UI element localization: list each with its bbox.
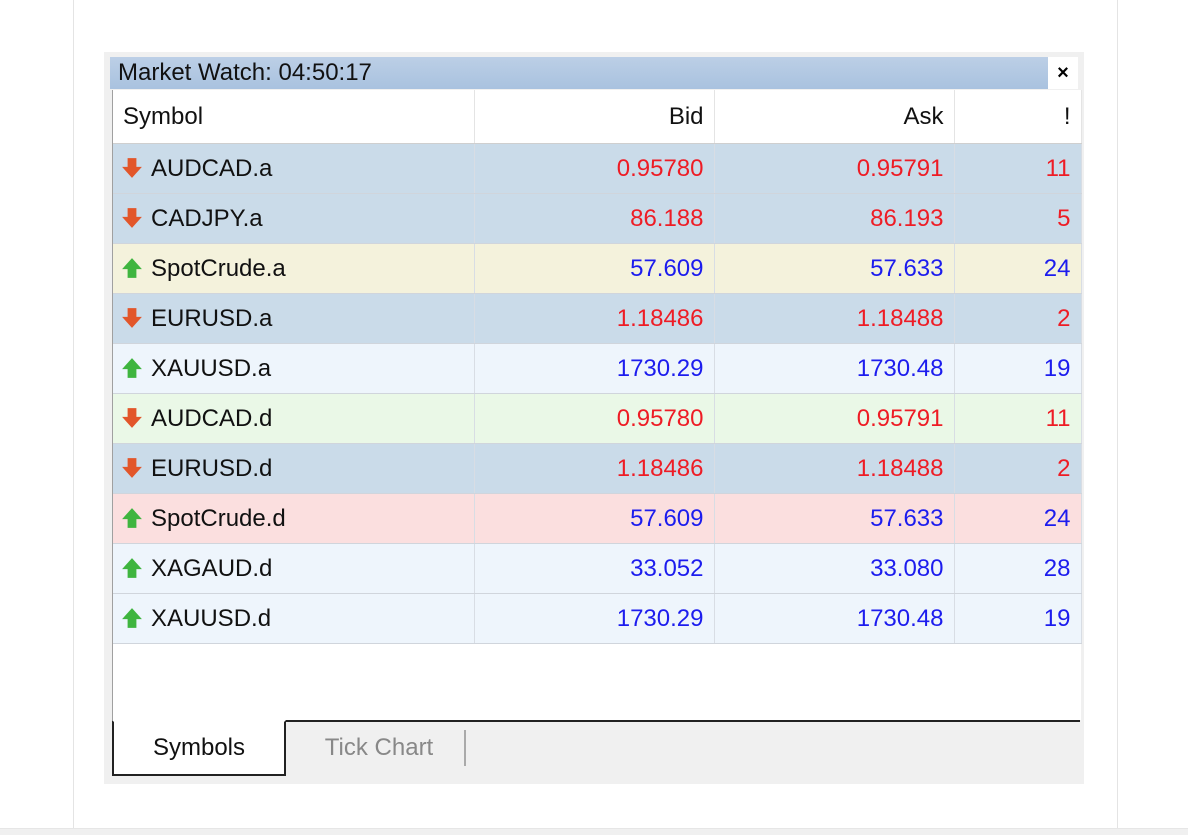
ask-cell: 1.18488 <box>714 293 955 344</box>
close-button[interactable]: × <box>1048 57 1078 89</box>
symbol-cell[interactable]: AUDCAD.a <box>113 143 475 194</box>
arrow-down-icon <box>122 408 142 428</box>
symbol-label: CADJPY.a <box>151 205 263 232</box>
symbol-cell[interactable]: EURUSD.d <box>113 443 475 494</box>
spread-cell: 24 <box>954 493 1082 544</box>
table-row[interactable]: AUDCAD.a 0.95780 0.95791 11 <box>113 143 1082 194</box>
table-row[interactable]: XAGAUD.d 33.052 33.080 28 <box>113 543 1082 594</box>
bid-cell: 1730.29 <box>474 593 715 644</box>
ask-cell: 1.18488 <box>714 443 955 494</box>
table-row[interactable]: SpotCrude.a 57.609 57.633 24 <box>113 243 1082 294</box>
table-header-row: Symbol Bid Ask ! <box>113 90 1082 144</box>
bid-cell: 57.609 <box>474 243 715 294</box>
ask-cell: 33.080 <box>714 543 955 594</box>
tab-bar: Symbols Tick Chart <box>112 720 1080 776</box>
bid-cell: 33.052 <box>474 543 715 594</box>
ask-cell: 0.95791 <box>714 143 955 194</box>
table-row[interactable]: EURUSD.a 1.18486 1.18488 2 <box>113 293 1082 344</box>
symbol-cell[interactable]: XAGAUD.d <box>113 543 475 594</box>
spread-cell: 11 <box>954 393 1082 444</box>
arrow-up-icon <box>122 608 142 628</box>
symbol-label: SpotCrude.d <box>151 505 286 532</box>
spread-cell: 2 <box>954 443 1082 494</box>
bid-cell: 0.95780 <box>474 143 715 194</box>
bid-cell: 1.18486 <box>474 443 715 494</box>
ask-cell: 0.95791 <box>714 393 955 444</box>
bid-cell: 0.95780 <box>474 393 715 444</box>
spread-cell: 28 <box>954 543 1082 594</box>
arrow-down-icon <box>122 308 142 328</box>
column-header-bid[interactable]: Bid <box>474 90 715 144</box>
table-row[interactable]: EURUSD.d 1.18486 1.18488 2 <box>113 443 1082 494</box>
symbol-label: AUDCAD.d <box>151 405 273 432</box>
symbol-label: XAGAUD.d <box>151 555 273 582</box>
arrow-up-icon <box>122 358 142 378</box>
symbol-label: SpotCrude.a <box>151 255 286 282</box>
spread-cell: 19 <box>954 343 1082 394</box>
spread-cell: 19 <box>954 593 1082 644</box>
symbol-label: XAUUSD.a <box>151 355 272 382</box>
table-row[interactable]: CADJPY.a 86.188 86.193 5 <box>113 193 1082 244</box>
spread-cell: 24 <box>954 243 1082 294</box>
title-bar: Market Watch: 04:50:17 × <box>110 57 1078 89</box>
tab-symbols[interactable]: Symbols <box>112 720 286 776</box>
symbol-cell[interactable]: XAUUSD.a <box>113 343 475 394</box>
symbol-cell[interactable]: EURUSD.a <box>113 293 475 344</box>
column-header-symbol[interactable]: Symbol <box>113 90 475 144</box>
bid-cell: 57.609 <box>474 493 715 544</box>
symbol-label: XAUUSD.d <box>151 605 272 632</box>
ask-cell: 1730.48 <box>714 593 955 644</box>
ask-cell: 1730.48 <box>714 343 955 394</box>
ask-cell: 57.633 <box>714 243 955 294</box>
spread-cell: 11 <box>954 143 1082 194</box>
table-row[interactable]: XAUUSD.a 1730.29 1730.48 19 <box>113 343 1082 394</box>
symbol-cell[interactable]: SpotCrude.d <box>113 493 475 544</box>
tab-tick-chart[interactable]: Tick Chart <box>294 730 466 766</box>
symbol-label: EURUSD.a <box>151 305 273 332</box>
quotes-table-body: AUDCAD.a 0.95780 0.95791 11 CADJPY.a 86.188 86… <box>113 143 1082 644</box>
symbol-label: AUDCAD.a <box>151 155 273 182</box>
symbol-cell[interactable]: SpotCrude.a <box>113 243 475 294</box>
spread-cell: 2 <box>954 293 1082 344</box>
bid-cell: 1.18486 <box>474 293 715 344</box>
table-row[interactable]: AUDCAD.d 0.95780 0.95791 11 <box>113 393 1082 444</box>
symbol-cell[interactable]: XAUUSD.d <box>113 593 475 644</box>
arrow-down-icon <box>122 158 142 178</box>
quotes-table: Symbol Bid Ask ! AUDCAD.a 0.95780 0.95791 1… <box>113 90 1082 644</box>
arrow-up-icon <box>122 558 142 578</box>
arrow-up-icon <box>122 258 142 278</box>
title-bar-gradient[interactable]: Market Watch: 04:50:17 <box>110 57 1048 89</box>
column-header-ask[interactable]: Ask <box>714 90 955 144</box>
market-watch-window: Market Watch: 04:50:17 × Symbol Bid Ask … <box>104 52 1084 784</box>
table-row[interactable]: XAUUSD.d 1730.29 1730.48 19 <box>113 593 1082 644</box>
column-header-spread[interactable]: ! <box>954 90 1082 144</box>
symbol-cell[interactable]: AUDCAD.d <box>113 393 475 444</box>
quotes-table-area: Symbol Bid Ask ! AUDCAD.a 0.95780 0.95791 1… <box>112 90 1082 720</box>
bid-cell: 1730.29 <box>474 343 715 394</box>
symbol-label: EURUSD.d <box>151 455 273 482</box>
symbol-cell[interactable]: CADJPY.a <box>113 193 475 244</box>
spread-cell: 5 <box>954 193 1082 244</box>
ask-cell: 57.633 <box>714 493 955 544</box>
ask-cell: 86.193 <box>714 193 955 244</box>
bid-cell: 86.188 <box>474 193 715 244</box>
window-title: Market Watch: 04:50:17 <box>118 59 372 86</box>
arrow-down-icon <box>122 458 142 478</box>
arrow-up-icon <box>122 508 142 528</box>
table-row[interactable]: SpotCrude.d 57.609 57.633 24 <box>113 493 1082 544</box>
arrow-down-icon <box>122 208 142 228</box>
